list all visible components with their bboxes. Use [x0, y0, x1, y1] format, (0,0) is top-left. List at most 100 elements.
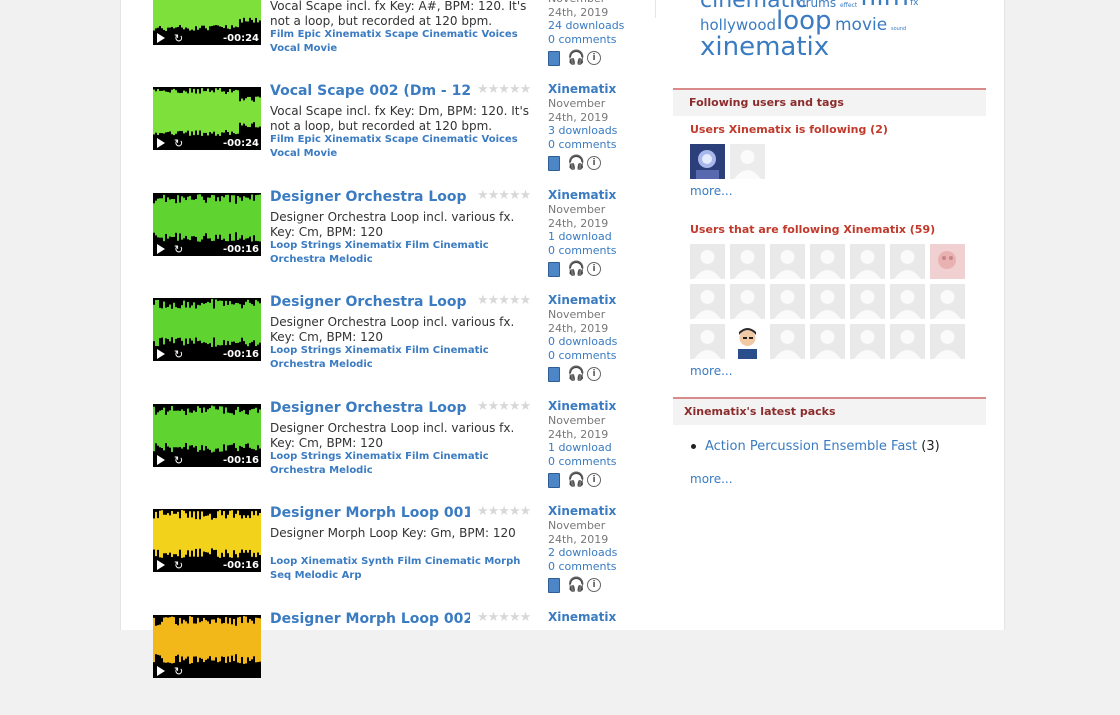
rating-stars[interactable]: ★★★★★	[477, 610, 531, 625]
loop-icon[interactable]: ↻	[174, 138, 183, 150]
follower-avatar[interactable]	[690, 244, 725, 279]
loop-icon[interactable]: ↻	[174, 349, 183, 361]
rating-stars[interactable]: ★★★★★	[477, 399, 531, 414]
tag-movie[interactable]: movie	[835, 15, 887, 35]
tag-xinematix[interactable]: xinematix	[700, 32, 829, 62]
file-icon[interactable]	[548, 577, 560, 593]
following-more-link[interactable]: more...	[690, 184, 733, 198]
play-icon[interactable]	[157, 349, 165, 359]
follower-avatar[interactable]	[850, 244, 885, 279]
play-icon[interactable]	[157, 455, 165, 465]
follower-avatar[interactable]	[930, 244, 965, 279]
file-icon[interactable]	[548, 366, 560, 382]
rating-stars[interactable]: ★★★★★	[477, 293, 531, 308]
loop-icon[interactable]: ↻	[174, 455, 183, 467]
sound-title[interactable]: Vocal Scape 002 (Dm - 120)	[270, 83, 470, 99]
sound-title[interactable]: Designer Morph Loop 001 ...	[270, 505, 470, 521]
comments-link[interactable]: 0 comments	[548, 560, 648, 574]
play-icon[interactable]	[157, 560, 165, 570]
follower-avatar[interactable]	[770, 284, 805, 319]
follower-avatar[interactable]	[810, 244, 845, 279]
follower-avatar[interactable]	[890, 244, 925, 279]
sound-tags[interactable]: Film Epic Xinematix Scape Cinematic Voic…	[270, 133, 540, 161]
downloads-link[interactable]: 0 downloads	[548, 335, 648, 349]
downloads-link[interactable]: 24 downloads	[548, 19, 648, 33]
waveform-player[interactable]: ↻	[153, 615, 261, 678]
tag-fx[interactable]: fx	[910, 0, 919, 8]
loop-icon[interactable]: ↻	[174, 33, 183, 45]
follower-avatar[interactable]	[850, 284, 885, 319]
follower-avatar[interactable]	[810, 324, 845, 359]
downloads-link[interactable]: 1 download	[548, 441, 648, 455]
avatar[interactable]	[730, 144, 765, 179]
rating-stars[interactable]: ★★★★★	[477, 82, 531, 97]
follower-avatar[interactable]	[690, 284, 725, 319]
sound-tags[interactable]: Loop Strings Xinematix Film Cinematic Or…	[270, 450, 540, 478]
loop-icon[interactable]: ↻	[174, 560, 183, 572]
comments-link[interactable]: 0 comments	[548, 138, 648, 152]
file-icon[interactable]	[548, 261, 560, 277]
headphones-icon[interactable]: 🎧	[568, 262, 585, 276]
info-icon[interactable]: i	[587, 367, 601, 382]
sound-author[interactable]: Xinematix	[548, 293, 648, 308]
follower-avatar[interactable]	[730, 324, 765, 359]
sound-tags[interactable]: Loop Strings Xinematix Film Cinematic Or…	[270, 344, 540, 372]
play-icon[interactable]	[157, 666, 165, 676]
waveform-player[interactable]: ↻ -00:24	[153, 87, 261, 150]
followers-more-link[interactable]: more...	[690, 364, 733, 378]
follower-avatar[interactable]	[890, 284, 925, 319]
info-icon[interactable]: i	[587, 578, 601, 593]
follower-avatar[interactable]	[770, 324, 805, 359]
play-icon[interactable]	[157, 33, 165, 43]
sound-title[interactable]: Designer Orchestra Loop ...	[270, 189, 470, 205]
sound-tags[interactable]: Film Epic Xinematix Scape Cinematic Voic…	[270, 28, 540, 56]
comments-link[interactable]: 0 comments	[548, 33, 648, 47]
file-icon[interactable]	[548, 472, 560, 488]
follower-avatar[interactable]	[850, 324, 885, 359]
info-icon[interactable]: i	[587, 156, 601, 171]
follower-avatar[interactable]	[730, 244, 765, 279]
sound-tags[interactable]: Loop Xinematix Synth Film Cinematic Morp…	[270, 555, 540, 583]
info-icon[interactable]: i	[587, 262, 601, 277]
tag-sound[interactable]: sound	[891, 26, 906, 32]
waveform-player[interactable]: ↻ -00:16	[153, 298, 261, 361]
sound-title[interactable]: Designer Orchestra Loop ...	[270, 294, 470, 310]
tag-effect[interactable]: effect	[840, 2, 857, 9]
file-icon[interactable]	[548, 50, 560, 66]
sound-author[interactable]: Xinematix	[548, 610, 648, 625]
packs-more-link[interactable]: more...	[690, 472, 733, 486]
rating-stars[interactable]: ★★★★★	[477, 504, 531, 519]
follower-avatar[interactable]	[770, 244, 805, 279]
headphones-icon[interactable]: 🎧	[568, 473, 585, 487]
info-icon[interactable]: i	[587, 473, 601, 488]
loop-icon[interactable]: ↻	[174, 666, 183, 678]
pack-link[interactable]: Action Percussion Ensemble Fast	[705, 439, 917, 454]
headphones-icon[interactable]: 🎧	[568, 367, 585, 381]
headphones-icon[interactable]: 🎧	[568, 51, 585, 65]
comments-link[interactable]: 0 comments	[548, 455, 648, 469]
sound-tags[interactable]: Loop Strings Xinematix Film Cinematic Or…	[270, 239, 540, 267]
headphones-icon[interactable]: 🎧	[568, 156, 585, 170]
follower-avatar[interactable]	[930, 284, 965, 319]
downloads-link[interactable]: 3 downloads	[548, 124, 648, 138]
comments-link[interactable]: 0 comments	[548, 244, 648, 258]
follower-avatar[interactable]	[730, 284, 765, 319]
waveform-player[interactable]: ↻ -00:24	[153, 0, 261, 45]
loop-icon[interactable]: ↻	[174, 244, 183, 256]
follower-avatar[interactable]	[930, 324, 965, 359]
avatar[interactable]	[690, 144, 725, 179]
comments-link[interactable]: 0 comments	[548, 349, 648, 363]
waveform-player[interactable]: ↻ -00:16	[153, 509, 261, 572]
sound-author[interactable]: Xinematix	[548, 399, 648, 414]
sound-author[interactable]: Xinematix	[548, 82, 648, 97]
file-icon[interactable]	[548, 155, 560, 171]
waveform-player[interactable]: ↻ -00:16	[153, 193, 261, 256]
waveform-player[interactable]: ↻ -00:16	[153, 404, 261, 467]
follower-avatar[interactable]	[810, 284, 845, 319]
follower-avatar[interactable]	[690, 324, 725, 359]
play-icon[interactable]	[157, 138, 165, 148]
tag-film[interactable]: film	[860, 0, 909, 12]
rating-stars[interactable]: ★★★★★	[477, 188, 531, 203]
headphones-icon[interactable]: 🎧	[568, 578, 585, 592]
sound-author[interactable]: Xinematix	[548, 504, 648, 519]
